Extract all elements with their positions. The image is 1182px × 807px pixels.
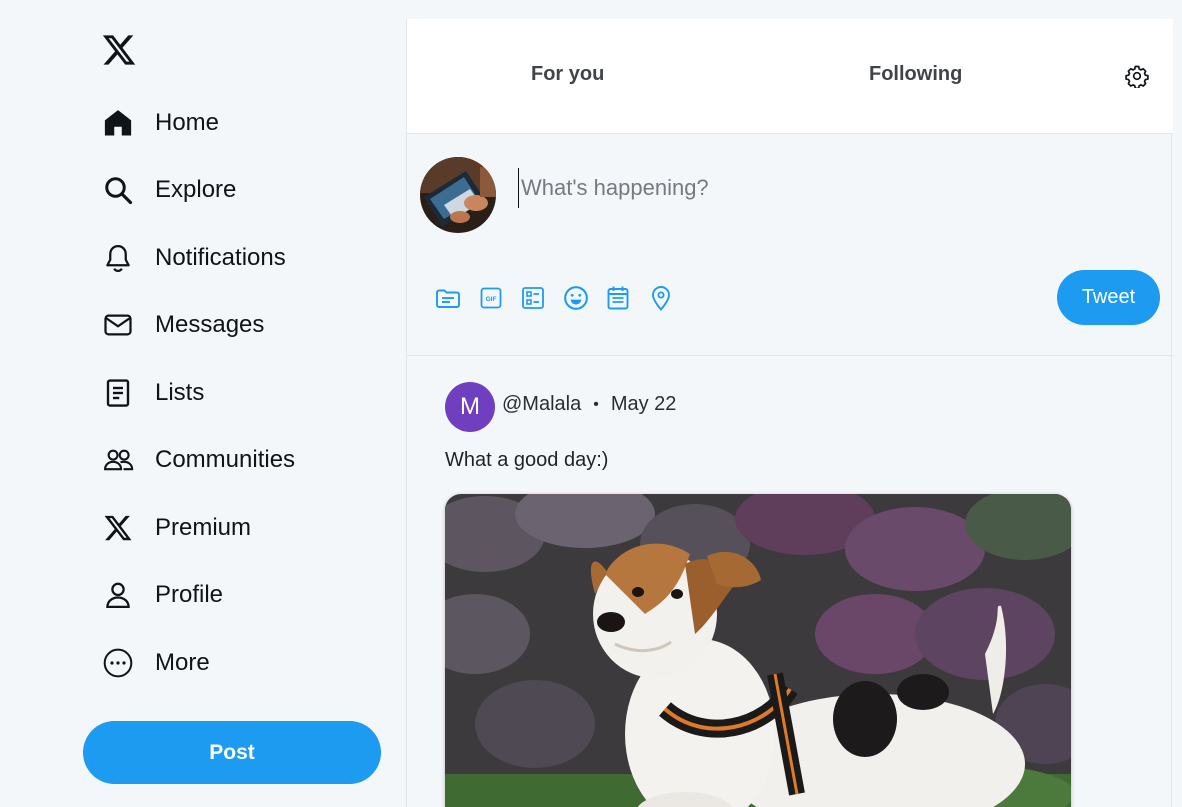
sidebar-item-label: Lists xyxy=(155,379,205,406)
sidebar-item-label: Communities xyxy=(155,446,296,473)
tweet-button[interactable]: Tweet xyxy=(1057,270,1160,325)
avatar[interactable]: M xyxy=(445,382,495,432)
feed-post[interactable]: M @Malala • May 22 What a good day:) xyxy=(407,357,1173,807)
post-meta: @Malala • May 22 xyxy=(502,393,676,417)
gif-icon[interactable]: GIF xyxy=(477,284,505,312)
post-text: What a good day:) xyxy=(445,449,609,471)
sidebar-item-label: Explore xyxy=(155,176,237,203)
meta-separator: • xyxy=(593,396,599,413)
home-icon xyxy=(100,105,136,141)
sidebar-item-home[interactable]: Home xyxy=(100,101,360,145)
sidebar-item-label: More xyxy=(155,649,210,676)
main-timeline: For you Following What's happening? GIF … xyxy=(406,19,1173,807)
location-icon[interactable] xyxy=(647,284,675,312)
more-circle-icon xyxy=(100,645,136,681)
timeline-tabs: For you Following xyxy=(407,19,1173,134)
sidebar-item-label: Home xyxy=(155,109,220,136)
sidebar-item-profile[interactable]: Profile xyxy=(100,573,360,617)
x-logo-icon xyxy=(100,510,136,546)
sidebar-item-more[interactable]: More xyxy=(100,641,360,685)
sidebar-item-communities[interactable]: Communities xyxy=(100,438,360,482)
people-icon xyxy=(100,442,136,478)
sidebar: Home Explore Notifications Messages List xyxy=(0,0,406,807)
x-logo-icon[interactable] xyxy=(100,32,140,72)
sidebar-item-label: Premium xyxy=(155,514,252,541)
sidebar-item-explore[interactable]: Explore xyxy=(100,168,360,212)
sidebar-item-premium[interactable]: Premium xyxy=(100,506,360,550)
sidebar-item-notifications[interactable]: Notifications xyxy=(100,236,360,280)
emoji-icon[interactable] xyxy=(562,284,590,312)
sidebar-item-messages[interactable]: Messages xyxy=(100,303,360,347)
sidebar-item-label: Messages xyxy=(155,311,265,338)
gear-icon[interactable] xyxy=(1125,64,1151,90)
person-icon xyxy=(100,577,136,613)
media-icon[interactable] xyxy=(434,284,462,312)
svg-text:GIF: GIF xyxy=(486,296,497,303)
post-handle[interactable]: @Malala xyxy=(502,393,581,417)
sidebar-item-label: Notifications xyxy=(155,244,286,271)
list-icon xyxy=(100,375,136,411)
app-page: Home Explore Notifications Messages List xyxy=(0,0,1182,807)
sidebar-item-lists[interactable]: Lists xyxy=(100,371,360,415)
tweet-composer: GIF Tweet xyxy=(407,134,1173,356)
search-icon xyxy=(100,172,136,208)
tab-following[interactable]: Following xyxy=(869,63,962,86)
avatar[interactable] xyxy=(420,157,496,233)
post-date[interactable]: May 22 xyxy=(611,393,677,417)
schedule-icon[interactable] xyxy=(604,284,632,312)
envelope-icon xyxy=(100,307,136,343)
tab-for-you[interactable]: For you xyxy=(531,63,604,86)
compose-input[interactable] xyxy=(518,168,1118,208)
bell-icon xyxy=(100,240,136,276)
poll-icon[interactable] xyxy=(519,284,547,312)
post-button[interactable]: Post xyxy=(83,721,381,784)
sidebar-item-label: Profile xyxy=(155,581,224,608)
post-image[interactable] xyxy=(445,494,1071,807)
